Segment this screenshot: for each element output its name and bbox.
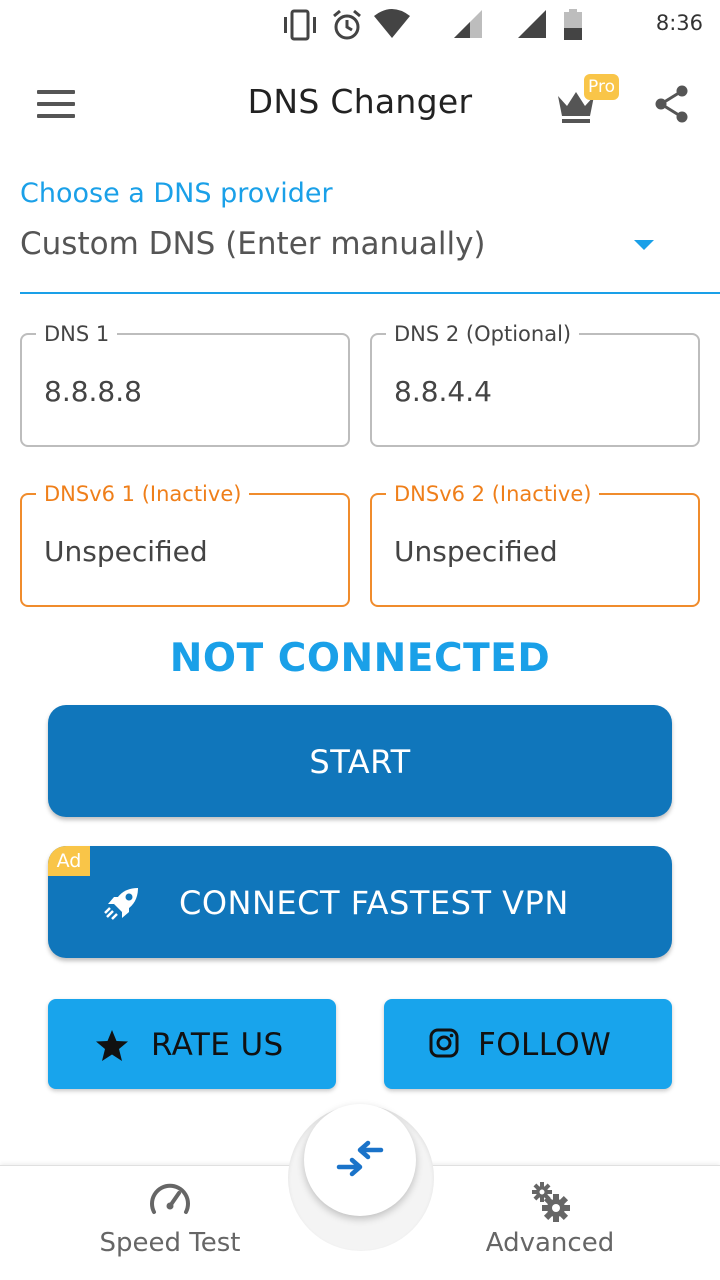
dropdown-arrow-icon [634, 240, 654, 250]
pro-badge: Pro [584, 74, 619, 100]
rocket-icon [104, 888, 138, 920]
follow-label: FOLLOW [478, 1027, 612, 1063]
alarm-icon [333, 9, 361, 40]
pro-button[interactable]: Pro [552, 72, 624, 132]
dns-provider-value: Custom DNS (Enter manually) [20, 226, 486, 262]
dnsv6-2-label: DNSv6 2 (Inactive) [386, 479, 600, 509]
vibrate-icon [284, 9, 316, 41]
app-bar: DNS Changer Pro [0, 52, 720, 156]
connect-vpn-label: CONNECT FASTEST VPN [179, 884, 569, 922]
status-bar: 8:36 [0, 0, 720, 50]
clock: 8:36 [655, 11, 703, 35]
speedometer-icon [150, 1183, 190, 1214]
dns-connect-fab[interactable] [304, 1104, 416, 1216]
gears-icon [532, 1182, 570, 1222]
dns1-value: 8.8.8.8 [44, 375, 142, 408]
connection-status: NOT CONNECTED [169, 636, 551, 681]
start-button-label: START [309, 743, 411, 781]
nav-item-speed-test[interactable]: Speed Test [40, 1166, 300, 1280]
battery-icon [564, 9, 582, 40]
share-button[interactable] [650, 82, 694, 126]
instagram-icon [429, 1028, 459, 1058]
select-underline [20, 292, 720, 294]
share-icon [655, 85, 688, 123]
rate-us-button[interactable]: RATE US [48, 999, 336, 1089]
nav-item-advanced[interactable]: Advanced [420, 1166, 680, 1280]
wifi-icon [374, 9, 410, 38]
dns1-label: DNS 1 [36, 319, 118, 349]
follow-button[interactable]: FOLLOW [384, 999, 672, 1089]
arrows-inward-icon [336, 1140, 384, 1177]
signal-icon [518, 10, 546, 38]
ad-badge: Ad [48, 846, 90, 876]
dns-provider-label: Choose a DNS provider [20, 178, 333, 209]
dns-provider-select[interactable]: Choose a DNS provider Custom DNS (Enter … [20, 170, 720, 294]
dnsv6-1-field[interactable]: DNSv6 1 (Inactive) Unspecified [20, 479, 350, 607]
dns2-field[interactable]: DNS 2 (Optional) 8.8.4.4 [370, 319, 700, 447]
rate-us-label: RATE US [151, 1027, 284, 1063]
screen: 8:36 DNS Changer Pro Choose a DNS provid… [0, 0, 720, 1280]
start-button[interactable]: START [48, 705, 672, 817]
nav-label-advanced: Advanced [485, 1228, 615, 1258]
nav-label-speed-test: Speed Test [99, 1228, 241, 1258]
dnsv6-2-field[interactable]: DNSv6 2 (Inactive) Unspecified [370, 479, 700, 607]
dns1-field[interactable]: DNS 1 8.8.8.8 [20, 319, 350, 447]
connect-vpn-button[interactable]: Ad CONNECT FASTEST VPN [48, 846, 672, 958]
star-icon [96, 1030, 128, 1061]
dns2-label: DNS 2 (Optional) [386, 319, 580, 349]
dnsv6-2-value: Unspecified [394, 535, 558, 568]
dns2-value: 8.8.4.4 [394, 375, 492, 408]
dnsv6-1-label: DNSv6 1 (Inactive) [36, 479, 250, 509]
signal-icon [454, 10, 482, 38]
dnsv6-1-value: Unspecified [44, 535, 208, 568]
